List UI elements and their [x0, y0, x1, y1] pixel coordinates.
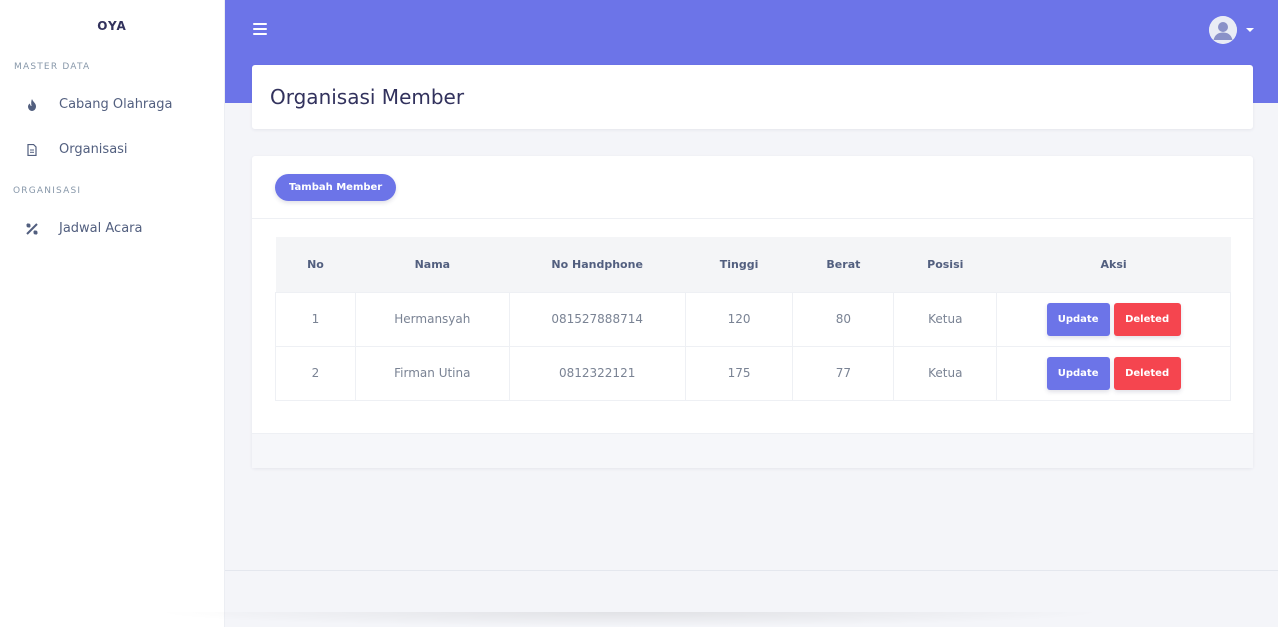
cell-nama: Firman Utina: [354, 345, 510, 401]
bottom-shadow: [150, 612, 1110, 627]
member-table: No Nama No Handphone Tinggi Berat Posisi…: [275, 237, 1231, 401]
cell-posisi: Ketua: [893, 345, 998, 401]
section-heading-master-data: MASTER DATA: [14, 62, 91, 72]
sidebar: OYA MASTER DATA Cabang Olahraga Organisa…: [0, 0, 225, 627]
cell-aksi: Update Deleted: [996, 345, 1231, 401]
fire-icon: [26, 98, 38, 111]
cell-berat: 77: [792, 345, 895, 401]
column-header-berat: Berat: [792, 237, 894, 292]
sidebar-item-label: Organisasi: [59, 142, 128, 157]
update-button[interactable]: Update: [1046, 302, 1110, 336]
add-member-button[interactable]: Tambah Member: [275, 174, 397, 201]
member-card: Tambah Member No Nama No Handphone Tingg…: [252, 156, 1253, 468]
column-header-nama: Nama: [355, 237, 510, 292]
card-footer: [252, 433, 1253, 468]
table-header-row: No Nama No Handphone Tinggi Berat Posisi…: [275, 237, 1231, 292]
update-button[interactable]: Update: [1046, 356, 1110, 390]
column-header-posisi: Posisi: [893, 237, 997, 292]
column-header-no: No: [275, 237, 356, 292]
document-icon: [26, 143, 38, 156]
sidebar-item-label: Cabang Olahraga: [59, 97, 173, 112]
sidebar-item-label: Jadwal Acara: [59, 221, 143, 236]
cell-no: 2: [275, 345, 356, 401]
sidebar-item-cabang-olahraga[interactable]: Cabang Olahraga: [0, 82, 224, 127]
sidebar-item-organisasi[interactable]: Organisasi: [0, 127, 224, 172]
brand-logo[interactable]: OYA: [0, 0, 224, 50]
cell-posisi: Ketua: [893, 291, 998, 347]
chevron-down-icon: [1246, 28, 1254, 32]
cell-no-handphone: 0812322121: [508, 345, 686, 401]
cell-no-handphone: 081527888714: [508, 291, 686, 347]
delete-button[interactable]: Deleted: [1113, 356, 1181, 390]
delete-button[interactable]: Deleted: [1113, 302, 1181, 336]
card-header: Tambah Member: [252, 156, 1253, 219]
sidebar-item-jadwal-acara[interactable]: Jadwal Acara: [0, 206, 224, 251]
user-avatar-icon: [1209, 16, 1237, 44]
cell-berat: 80: [792, 291, 895, 347]
column-header-aksi: Aksi: [996, 237, 1231, 292]
cell-aksi: Update Deleted: [996, 291, 1231, 347]
table-row: 2 Firman Utina 0812322121 175 77 Ketua U…: [275, 345, 1231, 401]
tools-icon: [26, 222, 38, 235]
section-heading-organisasi: ORGANISASI: [13, 186, 82, 196]
cell-no: 1: [275, 291, 356, 347]
column-header-no-handphone: No Handphone: [509, 237, 686, 292]
cell-nama: Hermansyah: [354, 291, 510, 347]
column-header-tinggi: Tinggi: [685, 237, 793, 292]
cell-tinggi: 120: [684, 291, 794, 347]
hamburger-icon[interactable]: [253, 23, 267, 37]
page-title: Organisasi Member: [270, 85, 465, 109]
table-row: 1 Hermansyah 081527888714 120 80 Ketua U…: [275, 291, 1231, 347]
page-title-card: Organisasi Member: [252, 65, 1253, 129]
cell-tinggi: 175: [684, 345, 794, 401]
user-menu[interactable]: [1209, 16, 1254, 44]
